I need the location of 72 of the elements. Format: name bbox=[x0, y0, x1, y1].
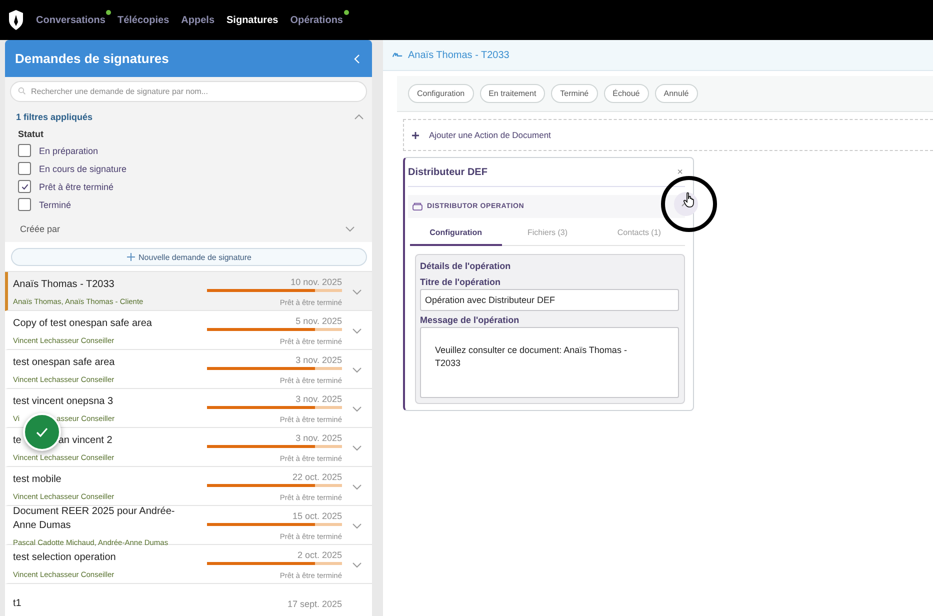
request-title: Anaïs Thomas - T2033 bbox=[13, 278, 114, 292]
request-date: 3 nov. 2025 bbox=[296, 432, 342, 442]
checkbox[interactable] bbox=[18, 180, 31, 193]
checkbox-label[interactable]: Terminé bbox=[39, 200, 72, 210]
card-title: Distributeur DEF bbox=[408, 166, 488, 178]
status-chip[interactable]: En traitement bbox=[480, 84, 546, 103]
chevron-down-icon[interactable] bbox=[352, 366, 362, 372]
request-title: test mobile bbox=[13, 472, 62, 486]
request-date: 17 sept. 2025 bbox=[287, 598, 342, 608]
chevron-down-icon[interactable] bbox=[352, 484, 362, 490]
check-icon bbox=[20, 182, 28, 190]
panel-title: Demandes de signatures bbox=[15, 51, 169, 66]
shield-logo-icon bbox=[8, 9, 24, 31]
close-button[interactable]: × bbox=[675, 166, 685, 178]
nav-tab[interactable]: Opérations bbox=[290, 12, 343, 28]
collapse-icon[interactable] bbox=[354, 54, 360, 64]
signature-icon bbox=[392, 51, 403, 59]
checkbox[interactable] bbox=[18, 162, 31, 175]
chevron-down-icon[interactable] bbox=[352, 328, 362, 334]
request-date: 22 oct. 2025 bbox=[292, 472, 342, 482]
request-title: test selection operation bbox=[13, 550, 116, 564]
plus-icon bbox=[126, 253, 135, 261]
field-label: Titre de l'opération bbox=[420, 277, 502, 287]
checkbox-label[interactable]: Prêt à être terminé bbox=[39, 182, 114, 192]
nav-tab[interactable]: Conversations bbox=[36, 12, 106, 28]
checkbox-label[interactable]: En préparation bbox=[39, 146, 98, 156]
input-field[interactable]: Opération avec Distributeur DEF bbox=[420, 289, 679, 311]
filter-summary: 1 filtres appliqués bbox=[16, 112, 93, 122]
chevron-down-icon[interactable] bbox=[352, 562, 362, 568]
chevron-down-icon[interactable] bbox=[352, 406, 362, 412]
chevron-up-icon[interactable] bbox=[354, 114, 364, 120]
chevron-down-icon[interactable] bbox=[352, 522, 362, 528]
new-request-button[interactable]: Nouvelle demande de signature bbox=[11, 248, 367, 266]
request-date: 3 nov. 2025 bbox=[296, 354, 342, 364]
chevron-down-icon[interactable] bbox=[345, 226, 355, 232]
field-label: Message de l'opération bbox=[420, 315, 520, 325]
search-field[interactable]: Rechercher une demande de signature par nom... bbox=[10, 81, 367, 102]
request-title: an vincent 2 bbox=[58, 434, 112, 448]
status-chip[interactable]: Terminé bbox=[551, 84, 598, 103]
request-title: t1 bbox=[13, 596, 22, 610]
request-date: 3 nov. 2025 bbox=[296, 394, 342, 404]
filter-group-label[interactable]: Créée par bbox=[20, 224, 60, 234]
status-chip[interactable]: Annulé bbox=[654, 84, 698, 103]
request-date: 10 nov. 2025 bbox=[290, 276, 342, 286]
request-date: 15 oct. 2025 bbox=[292, 510, 342, 520]
chevron-down-icon[interactable] bbox=[352, 444, 362, 450]
checkbox-label[interactable]: En cours de signature bbox=[39, 164, 127, 174]
request-title: test vincent onepsna 3 bbox=[13, 394, 114, 408]
box-icon bbox=[412, 202, 423, 211]
request-title: Anaïs Thomas - T2033 bbox=[408, 50, 510, 60]
chevron-down-icon[interactable] bbox=[352, 288, 362, 294]
nav-tab[interactable]: Appels bbox=[181, 12, 215, 28]
tab[interactable]: Configuration bbox=[410, 220, 502, 246]
request-date: 5 nov. 2025 bbox=[296, 316, 342, 326]
status-chip[interactable]: Échoué bbox=[604, 84, 649, 103]
group-title: Détails de l'opération bbox=[420, 261, 512, 271]
checkbox[interactable] bbox=[18, 144, 31, 157]
check-icon bbox=[35, 425, 49, 439]
request-title: Document REER 2025 pour Andrée-Anne Dumas bbox=[13, 504, 176, 532]
request-title: test onespan safe area bbox=[13, 356, 115, 370]
plus-icon bbox=[412, 132, 419, 138]
request-title: Copy of test onespan safe area bbox=[13, 316, 152, 330]
filter-group-label: Statut bbox=[18, 129, 44, 139]
text-area[interactable]: Veuillez consulter ce document: Anaïs Thomas - T2033 bbox=[420, 327, 679, 398]
checkbox[interactable] bbox=[18, 198, 31, 211]
nav-tab[interactable]: Télécopies bbox=[117, 12, 170, 28]
request-title: te bbox=[13, 434, 22, 448]
nav-tab[interactable]: Signatures bbox=[226, 12, 278, 28]
request-row[interactable]: t1 17 sept. 2025 bbox=[5, 584, 372, 616]
request-date: 2 oct. 2025 bbox=[297, 550, 342, 560]
status-chip[interactable]: Configuration bbox=[408, 84, 474, 103]
add-action-button[interactable]: Ajouter une Action de Document bbox=[403, 119, 933, 151]
